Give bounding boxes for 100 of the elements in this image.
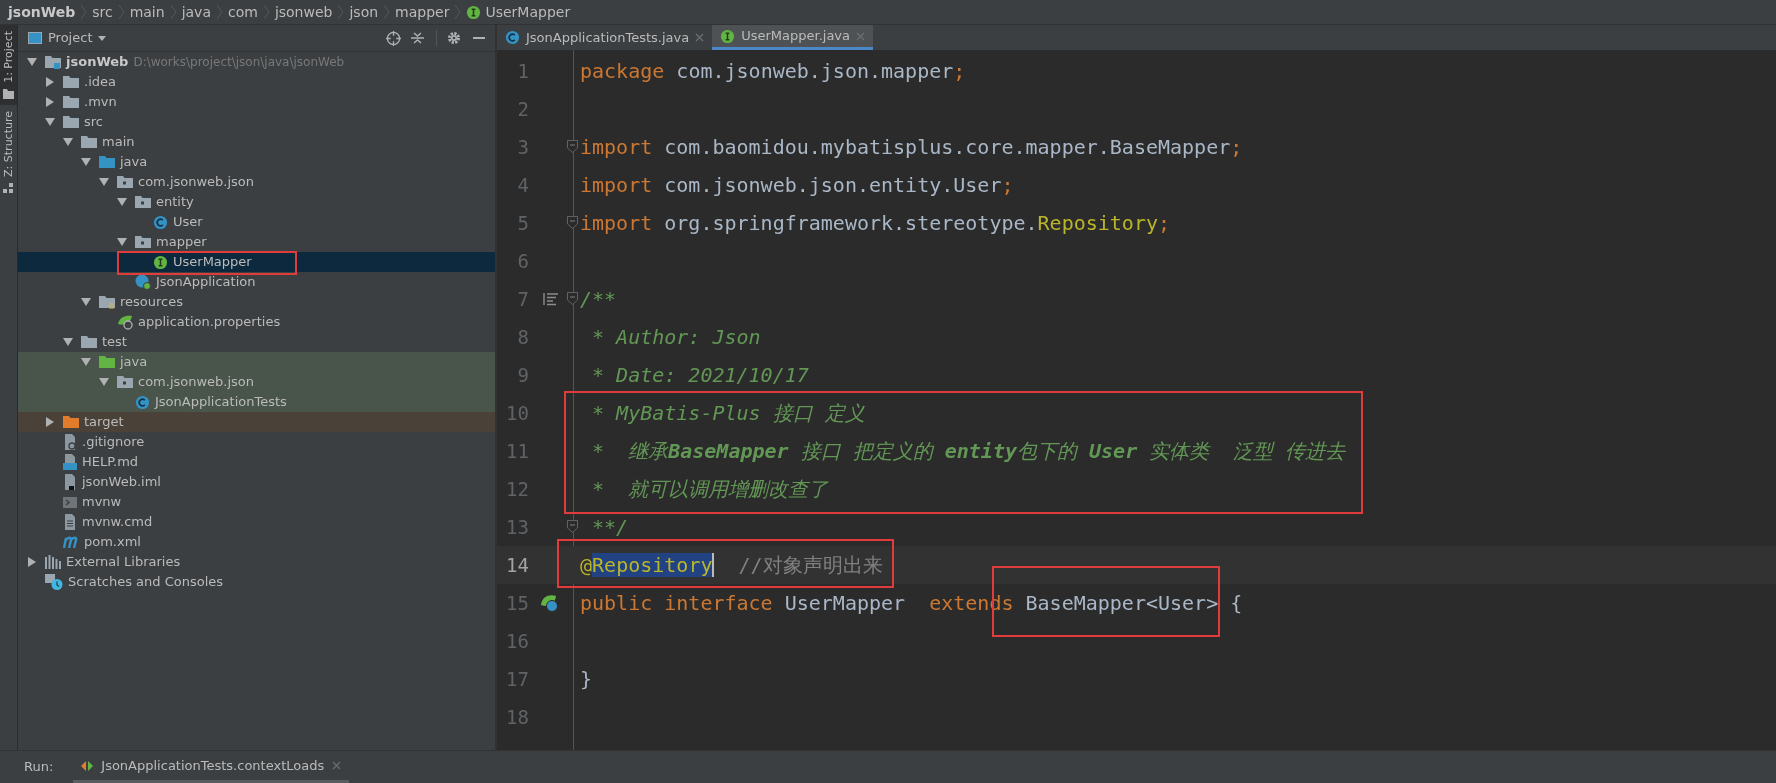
tree-row[interactable]: mapper [18,232,495,252]
tree-row[interactable]: mvnw [18,492,495,512]
tree-row[interactable]: Scratches and Consoles [18,572,495,592]
tree-row[interactable]: User [18,212,495,232]
fold-marker-icon[interactable] [567,216,578,229]
collapsed-arrow-icon[interactable] [27,557,37,567]
dropdown-caret-icon[interactable] [98,35,107,41]
tree-item-label: com.jsonweb.json [138,173,255,192]
tree-row[interactable]: target [18,412,495,432]
run-tab[interactable]: JsonApplicationTests.contextLoads [73,751,350,783]
expanded-arrow-icon[interactable] [99,377,109,387]
fold-marker-icon[interactable] [567,140,578,153]
collapsed-arrow-icon[interactable] [45,97,55,107]
tree-row[interactable]: jsonWeb D:\works\project\json\java\jsonWeb [18,52,495,72]
tree-row[interactable]: mvnw.cmd [18,512,495,532]
breadcrumb-item[interactable]: main [129,1,165,23]
tree-item-label: jsonWeb.iml [82,473,161,492]
tree-item-label: .gitignore [82,433,145,452]
line-number: 5 [516,210,529,236]
expanded-arrow-icon[interactable] [81,157,91,167]
fold-marker-icon[interactable] [567,292,578,305]
tree-item-label: entity [156,193,194,212]
expanded-arrow-icon[interactable] [117,197,127,207]
line-number: 14 [505,552,529,578]
chevron-icon [337,4,345,20]
tree-item-label: application.properties [138,313,281,332]
tree-row[interactable]: com.jsonweb.json [18,372,495,392]
tree-row[interactable]: JsonApplicationTests [18,392,495,412]
tree-row[interactable]: application.properties [18,312,495,332]
line-number: 11 [505,438,529,464]
code-line: * 就可以调用增删改查了 [591,476,829,503]
panel-title[interactable]: Project [48,28,93,48]
breadcrumb-item[interactable]: src [92,1,113,23]
chevron-icon [117,4,125,20]
editor-tab[interactable]: JsonApplicationTests.java [497,25,713,50]
tree-row[interactable]: main [18,132,495,152]
tree-row[interactable]: java [18,152,495,172]
locate-icon[interactable] [386,30,401,46]
tree-row[interactable]: jsonWeb.iml [18,472,495,492]
expanded-arrow-icon[interactable] [27,57,37,67]
code-line: * 继承BaseMapper 接口 把定义的 entity包下的 User 实体类 泛型 传进去 [591,438,1346,465]
render-doc-icon[interactable] [543,292,559,306]
code-line: import org.springframework.stereotype.Repository; [580,210,1171,237]
package-folder-icon [135,195,151,209]
breadcrumb-item[interactable]: mapper [395,1,450,23]
tree-row[interactable]: src [18,112,495,132]
folder-icon [63,115,79,129]
expanded-arrow-icon[interactable] [63,337,73,347]
tree-row[interactable]: pom.xml [18,532,495,552]
breadcrumb-item[interactable]: UserMapper [485,1,571,23]
tree-row[interactable]: test [18,332,495,352]
breadcrumb-item[interactable]: java [181,1,211,23]
tree-item-label: UserMapper [173,253,252,272]
resources-folder-icon [99,295,115,309]
module-file-icon [63,474,77,490]
tool-window-tab[interactable]: Z: Structure [0,104,17,200]
tree-row[interactable]: .gitignore [18,432,495,452]
tree-row[interactable]: JsonApplication [18,272,495,292]
expanded-arrow-icon[interactable] [117,237,127,247]
expanded-arrow-icon[interactable] [99,177,109,187]
tree-row[interactable]: java [18,352,495,372]
collapsed-arrow-icon[interactable] [45,77,55,87]
tree-row[interactable]: entity [18,192,495,212]
line-number: 6 [516,248,529,274]
tool-window-label: Z: Structure [0,110,16,177]
tree-row[interactable]: resources [18,292,495,312]
tree-item-label: mvnw.cmd [82,513,153,532]
tree-row[interactable]: com.jsonweb.json [18,172,495,192]
settings-icon[interactable] [447,31,461,45]
folder-icon [99,155,115,169]
tree-row[interactable]: External Libraries [18,552,495,572]
line-number: 15 [505,590,529,616]
line-number: 8 [516,324,529,350]
tree-row[interactable]: .idea [18,72,495,92]
fold-marker-icon[interactable] [567,520,578,533]
tree-item-label: External Libraries [66,553,181,572]
expanded-arrow-icon[interactable] [81,297,91,307]
tree-item-label: resources [120,293,183,312]
expanded-arrow-icon[interactable] [81,357,91,367]
implemented-icon[interactable] [539,593,559,613]
tool-window-tab[interactable]: 1: Project [0,25,17,105]
tree-item-label: JsonApplication [156,273,256,292]
breadcrumb-item[interactable]: json [349,1,379,23]
editor-tab[interactable]: UserMapper.java [712,25,874,50]
line-number: 13 [505,514,529,540]
breadcrumb-item[interactable]: jsonWeb [8,1,76,23]
collapsed-arrow-icon[interactable] [45,417,55,427]
breadcrumb-item[interactable]: com [227,1,258,23]
expanded-arrow-icon[interactable] [63,137,73,147]
terminal-file-icon [63,495,77,509]
tree-row[interactable]: HELP.md [18,452,495,472]
tree-item-label: target [84,413,124,432]
tree-item-label: test [102,333,127,352]
tree-row[interactable]: .mvn [18,92,495,112]
expanded-arrow-icon[interactable] [45,117,55,127]
tree-row[interactable]: UserMapper [18,252,495,272]
breadcrumb-item[interactable]: jsonweb [274,1,333,23]
tree-item-label: Scratches and Consoles [68,573,224,592]
module-folder-icon [45,55,61,69]
collapse-all-icon[interactable] [411,31,424,45]
